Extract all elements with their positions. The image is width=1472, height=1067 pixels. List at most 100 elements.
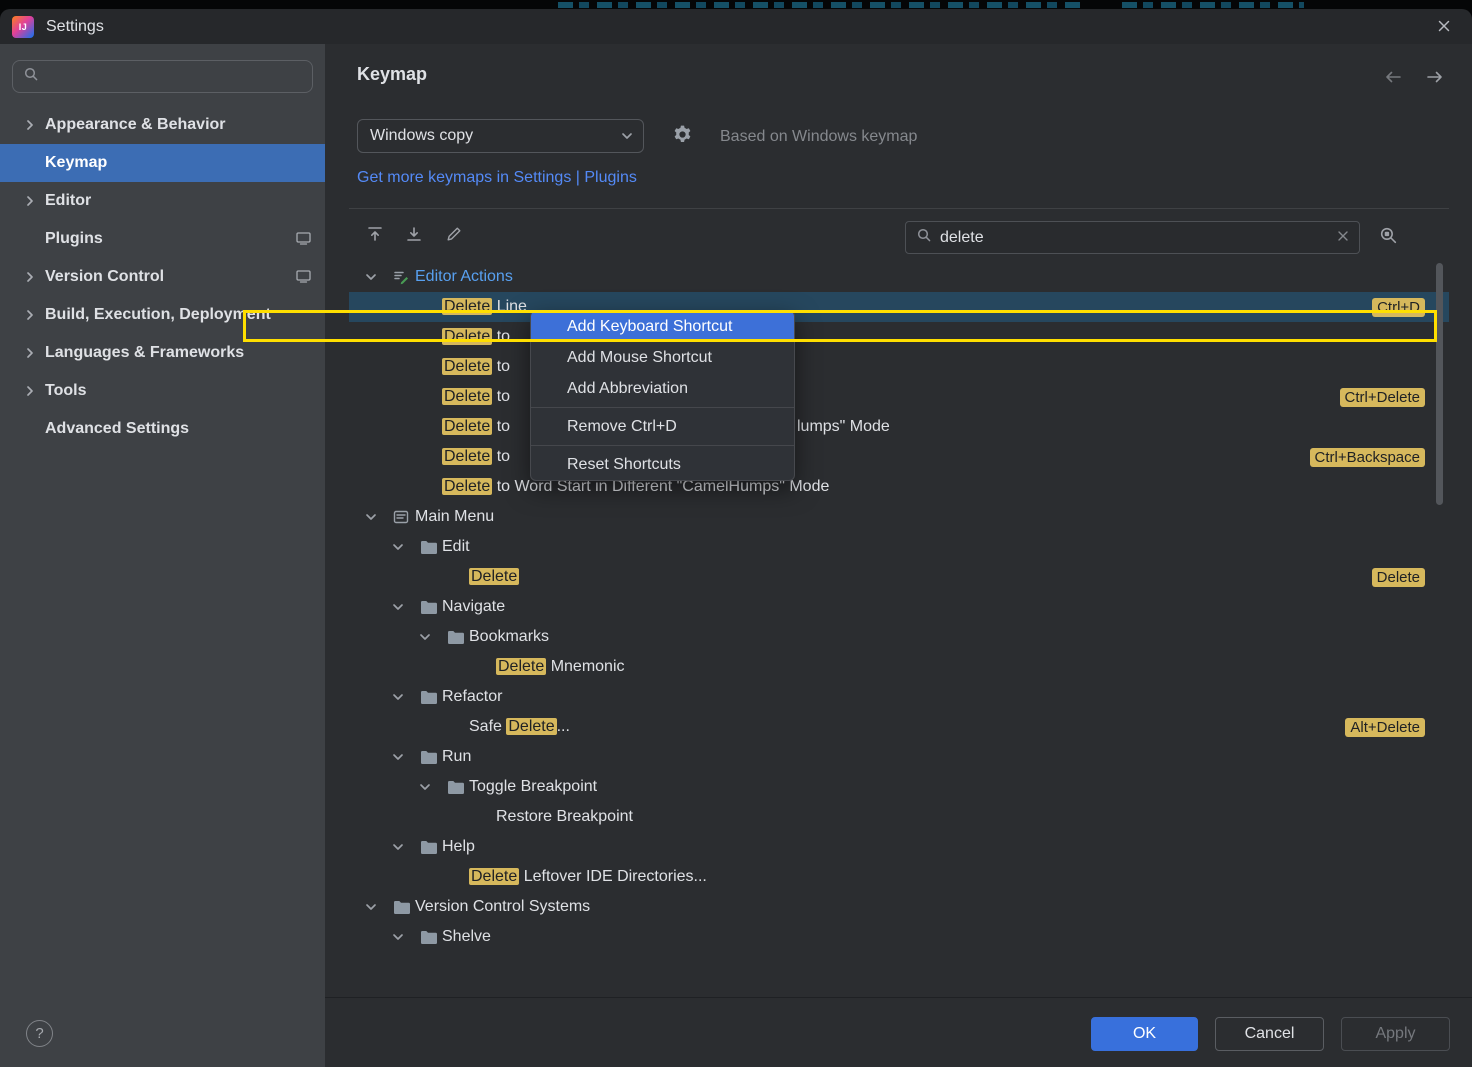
clear-search-button[interactable] bbox=[1337, 230, 1349, 245]
settings-window: IJ Settings Appearance & Behavior Keymap E… bbox=[0, 0, 1472, 1067]
tree-row-shelve[interactable]: Shelve bbox=[349, 922, 1449, 952]
tree-row-delete-to[interactable]: Delete to Ctrl+Backspace bbox=[349, 442, 1449, 472]
background-app-strip bbox=[0, 0, 1472, 9]
background-text-fragment bbox=[558, 2, 1086, 8]
apply-button[interactable]: Apply bbox=[1341, 1017, 1450, 1051]
keymap-tree: Editor Actions Delete Line Ctrl+D Delete to… bbox=[349, 262, 1449, 954]
scrollbar[interactable] bbox=[1436, 263, 1443, 505]
collapse-all-button[interactable] bbox=[402, 223, 426, 247]
tree-row-label: Delete to bbox=[442, 388, 511, 405]
sidebar-item-label: Version Control bbox=[45, 268, 165, 285]
background-text-fragment bbox=[1122, 2, 1304, 8]
tree-row-label: Bookmarks bbox=[469, 628, 550, 645]
settings-content: Keymap Windows copy Based on Windows key… bbox=[325, 44, 1472, 1067]
menu-item-add-keyboard-shortcut[interactable]: Add Keyboard Shortcut bbox=[531, 311, 794, 342]
chevron-down-icon[interactable] bbox=[390, 539, 414, 555]
menu-item-add-abbreviation[interactable]: Add Abbreviation bbox=[531, 373, 794, 404]
tree-row-delete-to[interactable]: Delete to bbox=[349, 322, 1449, 352]
chevron-down-icon[interactable] bbox=[390, 749, 414, 765]
expand-all-button[interactable] bbox=[363, 223, 387, 247]
external-config-icon bbox=[296, 232, 311, 250]
tree-row-delete-line[interactable]: Delete Line Ctrl+D bbox=[349, 292, 1449, 322]
sidebar-item-languages-frameworks[interactable]: Languages & Frameworks bbox=[0, 334, 325, 372]
get-more-keymaps-link[interactable]: Get more keymaps in Settings | Plugins bbox=[357, 169, 637, 187]
keymap-search-field[interactable] bbox=[905, 221, 1360, 254]
tree-row-label: Delete to bbox=[442, 358, 511, 375]
tree-row-delete-to-word-start-in-different-camelhumps-mode[interactable]: Delete to Word Start in Different "Camel… bbox=[349, 472, 1449, 502]
chevron-down-icon[interactable] bbox=[417, 779, 441, 795]
chevron-right-icon bbox=[22, 383, 40, 399]
tree-row-delete-leftover-ide-directories[interactable]: Delete Leftover IDE Directories... bbox=[349, 862, 1449, 892]
sidebar-item-keymap[interactable]: Keymap bbox=[0, 144, 325, 182]
tree-row-help[interactable]: Help bbox=[349, 832, 1449, 862]
back-arrow-button[interactable] bbox=[1381, 68, 1405, 88]
external-config-icon bbox=[296, 270, 311, 288]
sidebar-item-appearance-behavior[interactable]: Appearance & Behavior bbox=[0, 106, 325, 144]
chevron-down-icon[interactable] bbox=[390, 689, 414, 705]
sidebar-item-tools[interactable]: Tools bbox=[0, 372, 325, 410]
sidebar-item-build-execution-deployment[interactable]: Build, Execution, Deployment bbox=[0, 296, 325, 334]
titlebar: IJ Settings bbox=[0, 9, 1472, 44]
tree-row-fragment: lumps" Mode bbox=[797, 418, 890, 435]
chevron-down-icon[interactable] bbox=[363, 509, 387, 525]
tree-row-toggle-breakpoint[interactable]: Toggle Breakpoint bbox=[349, 772, 1449, 802]
tree-row-safe-delete[interactable]: Safe Delete... Alt+Delete bbox=[349, 712, 1449, 742]
pencil-icon bbox=[445, 225, 463, 246]
sidebar-item-plugins[interactable]: Plugins bbox=[0, 220, 325, 258]
chevron-right-icon bbox=[22, 345, 40, 361]
search-icon bbox=[916, 227, 932, 248]
scheme-settings-button[interactable] bbox=[670, 124, 694, 148]
sidebar-item-version-control[interactable]: Version Control bbox=[0, 258, 325, 296]
chevron-down-icon[interactable] bbox=[390, 929, 414, 945]
tree-row-navigate[interactable]: Navigate bbox=[349, 592, 1449, 622]
chevron-down-icon[interactable] bbox=[363, 269, 387, 285]
folder-icon bbox=[441, 780, 469, 794]
tree-row-edit[interactable]: Edit bbox=[349, 532, 1449, 562]
close-button[interactable] bbox=[1430, 13, 1458, 41]
chevron-down-icon[interactable] bbox=[363, 899, 387, 915]
tree-row-run[interactable]: Run bbox=[349, 742, 1449, 772]
tree-row-main-menu[interactable]: Main Menu bbox=[349, 502, 1449, 532]
tree-row-refactor[interactable]: Refactor bbox=[349, 682, 1449, 712]
tree-row-label: Main Menu bbox=[415, 508, 495, 525]
forward-arrow-button[interactable] bbox=[1423, 68, 1447, 88]
help-button[interactable]: ? bbox=[26, 1020, 53, 1047]
chevron-right-icon bbox=[22, 307, 40, 323]
ok-button[interactable]: OK bbox=[1091, 1017, 1198, 1051]
find-by-shortcut-button[interactable] bbox=[1376, 225, 1400, 249]
tree-row-version-control-systems[interactable]: Version Control Systems bbox=[349, 892, 1449, 922]
tree-row-delete-to[interactable]: Delete to lumps" Mode bbox=[349, 412, 1449, 442]
edit-shortcut-button[interactable] bbox=[442, 223, 466, 247]
collapse-all-icon bbox=[404, 224, 424, 247]
tree-row-bookmarks[interactable]: Bookmarks bbox=[349, 622, 1449, 652]
tree-row-label: Delete Line bbox=[442, 298, 527, 315]
context-menu: Add Keyboard Shortcut Add Mouse Shortcut A… bbox=[530, 310, 795, 481]
tree-row-label: Delete to bbox=[442, 328, 511, 345]
chevron-down-icon[interactable] bbox=[417, 629, 441, 645]
sidebar-search-input[interactable] bbox=[46, 68, 296, 85]
tree-row-restore-breakpoint[interactable]: Restore Breakpoint bbox=[349, 802, 1449, 832]
menu-item-reset-shortcuts[interactable]: Reset Shortcuts bbox=[531, 449, 794, 480]
chevron-down-icon[interactable] bbox=[390, 839, 414, 855]
keymap-scheme-select[interactable]: Windows copy bbox=[357, 119, 644, 153]
sidebar-item-advanced-settings[interactable]: Advanced Settings bbox=[0, 410, 325, 448]
sidebar-item-label: Keymap bbox=[45, 154, 108, 171]
chevron-down-icon[interactable] bbox=[390, 599, 414, 615]
cancel-button[interactable]: Cancel bbox=[1215, 1017, 1324, 1051]
keymap-search-input[interactable] bbox=[940, 228, 1337, 247]
sidebar-item-label: Appearance & Behavior bbox=[45, 116, 226, 133]
sidebar-nav: Appearance & Behavior Keymap Editor Plugins… bbox=[0, 106, 325, 448]
tree-row-delete[interactable]: Delete Delete bbox=[349, 562, 1449, 592]
tree-row-editor-actions[interactable]: Editor Actions bbox=[349, 262, 1449, 292]
gear-icon bbox=[672, 125, 693, 148]
tree-row-delete-to[interactable]: Delete to bbox=[349, 352, 1449, 382]
sidebar-item-label: Editor bbox=[45, 192, 92, 209]
sidebar-search-field[interactable] bbox=[12, 60, 313, 93]
menu-item-remove-ctrl-d[interactable]: Remove Ctrl+D bbox=[531, 411, 794, 442]
menu-item-add-mouse-shortcut[interactable]: Add Mouse Shortcut bbox=[531, 342, 794, 373]
shortcut-badge: Ctrl+D bbox=[1372, 297, 1425, 317]
tree-row-delete-to[interactable]: Delete to Ctrl+Delete bbox=[349, 382, 1449, 412]
tree-row-label: Run bbox=[442, 748, 472, 765]
sidebar-item-editor[interactable]: Editor bbox=[0, 182, 325, 220]
tree-row-delete-mnemonic[interactable]: Delete Mnemonic bbox=[349, 652, 1449, 682]
